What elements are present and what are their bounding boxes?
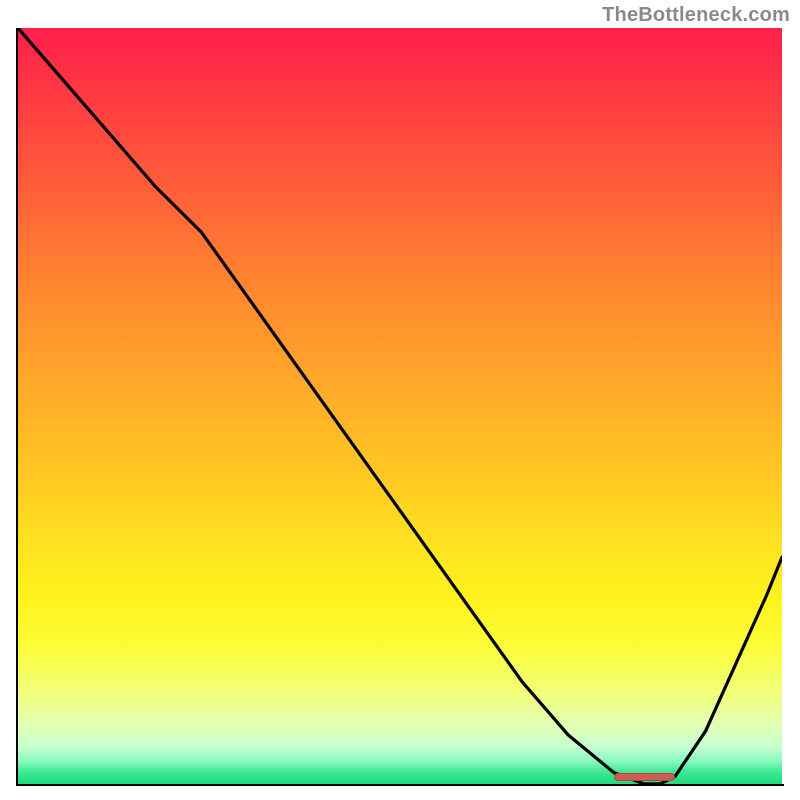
chart-container: TheBottleneck.com: [0, 0, 800, 800]
axis-bottom: [16, 784, 784, 786]
optimal-range-marker: [614, 773, 675, 781]
bottleneck-curve-svg: [18, 28, 782, 784]
bottleneck-curve-path: [18, 28, 782, 784]
attribution-text: TheBottleneck.com: [602, 4, 790, 27]
axis-left: [16, 28, 18, 786]
